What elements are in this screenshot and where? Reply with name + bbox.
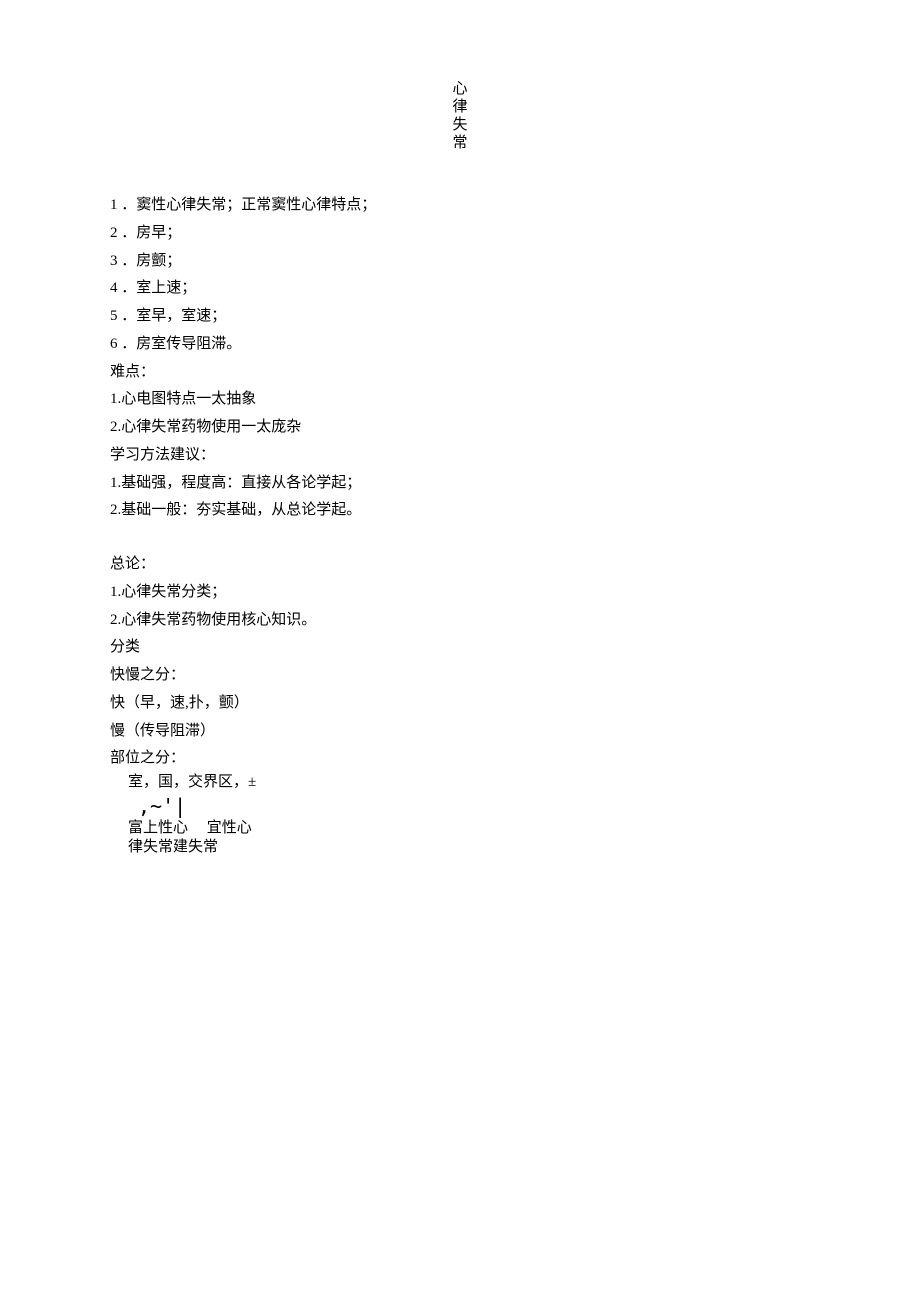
location-diagram: 室，国，交界区，± ,~'| 富上性心 宜性心 律失常建失常: [110, 773, 820, 858]
outline-item-2: 2 ．房早；: [110, 220, 820, 248]
diagram-row-2: ,~'|: [128, 793, 820, 819]
speed-heading: 快慢之分：: [110, 662, 820, 690]
document-body: 1 ．窦性心律失常；正常窦性心律特点； 2 ．房早； 3 ．房颤； 4 ．室上速…: [100, 192, 820, 858]
outline-item-3: 3 ．房颤；: [110, 248, 820, 276]
outline-item-6: 6 ．房室传导阻滞。: [110, 331, 820, 359]
difficulty-2: 2.心律失常药物使用一太庞杂: [110, 414, 820, 442]
diagram-row-1: 室，国，交界区，±: [128, 773, 820, 793]
method-2: 2.基础一般：夯实基础，从总论学起。: [110, 497, 820, 525]
diagram-row-3b: 宜性心: [207, 820, 252, 836]
difficulty-1: 1.心电图特点一太抽象: [110, 386, 820, 414]
outline-item-5: 5 ．室早，室速；: [110, 303, 820, 331]
speed-fast: 快（早，速,扑，颤）: [110, 690, 820, 718]
page-title: 心 律 失 常: [100, 80, 820, 152]
outline-item-1: 1 ．窦性心律失常；正常窦性心律特点；: [110, 192, 820, 220]
title-char-1: 心: [100, 80, 820, 98]
title-char-2: 律: [100, 98, 820, 116]
diagram-row-3: 富上性心 宜性心: [128, 819, 820, 839]
difficulties-heading: 难点：: [110, 359, 820, 387]
methods-heading: 学习方法建议：: [110, 442, 820, 470]
outline-item-4: 4 ．室上速；: [110, 275, 820, 303]
general-heading: 总论：: [110, 551, 820, 579]
general-2: 2.心律失常药物使用核心知识。: [110, 607, 820, 635]
title-char-3: 失: [100, 116, 820, 134]
title-char-4: 常: [100, 134, 820, 152]
general-1: 1.心律失常分类；: [110, 579, 820, 607]
method-1: 1.基础强，程度高：直接从各论学起；: [110, 470, 820, 498]
diagram-row-4: 律失常建失常: [128, 838, 820, 858]
diagram-row-3a: 富上性心: [128, 820, 188, 836]
speed-slow: 慢（传导阻滞）: [110, 718, 820, 746]
location-heading: 部位之分：: [110, 745, 820, 773]
classify-heading: 分类: [110, 634, 820, 662]
